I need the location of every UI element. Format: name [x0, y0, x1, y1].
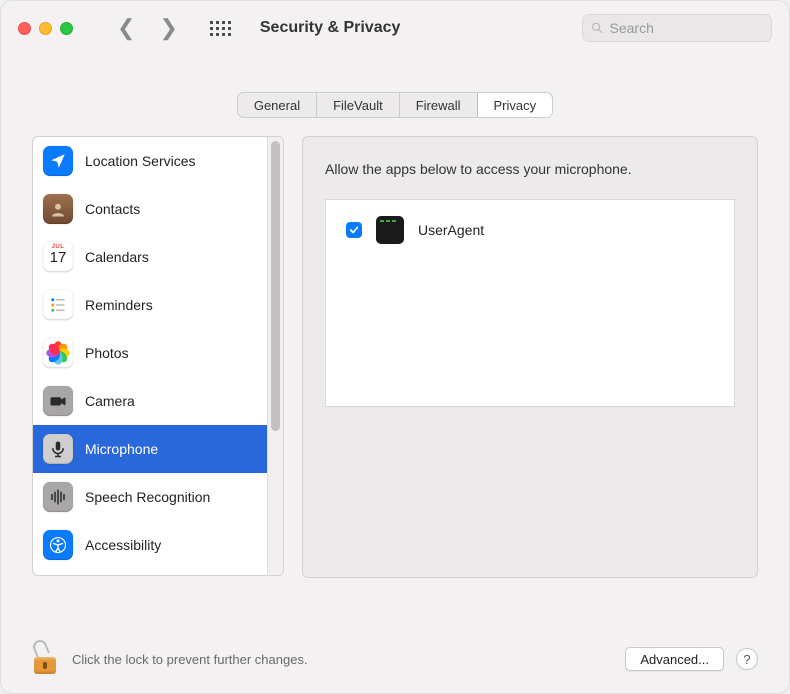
show-all-icon[interactable] — [210, 18, 230, 38]
sidebar-item-location-services[interactable]: Location Services — [33, 137, 269, 185]
close-button[interactable] — [18, 22, 31, 35]
terminal-icon — [376, 216, 404, 244]
tabs-row: General FileVault Firewall Privacy — [0, 92, 790, 118]
titlebar: ❮ ❯ Security & Privacy — [0, 0, 790, 56]
sidebar-item-label: Photos — [85, 345, 129, 361]
photos-flower-icon — [43, 338, 73, 368]
lock-icon[interactable] — [32, 644, 58, 674]
search-field[interactable] — [582, 14, 772, 42]
sidebar-item-label: Microphone — [85, 441, 158, 457]
waveform-icon — [43, 482, 73, 512]
panel-description: Allow the apps below to access your micr… — [325, 161, 735, 177]
contact-card-icon — [43, 194, 73, 224]
sidebar-scrollbar[interactable] — [267, 137, 283, 575]
search-input[interactable] — [610, 20, 764, 36]
sidebar-item-label: Speech Recognition — [85, 489, 210, 505]
sidebar-item-speech-recognition[interactable]: Speech Recognition — [33, 473, 269, 521]
sidebar-item-accessibility[interactable]: Accessibility — [33, 521, 269, 569]
sidebar-item-label: Accessibility — [85, 537, 161, 553]
footer: Click the lock to prevent further change… — [0, 624, 790, 694]
zoom-button[interactable] — [60, 22, 73, 35]
traffic-lights — [18, 22, 73, 35]
sidebar-item-photos[interactable]: Photos — [33, 329, 269, 377]
footer-right: Advanced... ? — [625, 647, 758, 671]
app-checkbox[interactable] — [346, 222, 362, 238]
tab-privacy[interactable]: Privacy — [478, 93, 553, 117]
list-bullets-icon — [43, 290, 73, 320]
window-title: Security & Privacy — [260, 19, 401, 37]
content: Location Services Contacts JUL 17 Calend… — [0, 118, 790, 578]
back-button[interactable]: ❮ — [117, 17, 135, 39]
sidebar-item-label: Reminders — [85, 297, 153, 313]
tab-filevault[interactable]: FileVault — [317, 93, 400, 117]
main-panel: Allow the apps below to access your micr… — [302, 136, 758, 578]
lock-text: Click the lock to prevent further change… — [72, 652, 308, 667]
sidebar-item-microphone[interactable]: Microphone — [33, 425, 269, 473]
calendar-icon: JUL 17 — [43, 242, 73, 272]
sidebar-item-label: Calendars — [85, 249, 149, 265]
forward-button[interactable]: ❯ — [159, 17, 177, 39]
app-list: UserAgent — [325, 199, 735, 407]
location-arrow-icon — [43, 146, 73, 176]
sidebar-item-label: Contacts — [85, 201, 140, 217]
scrollbar-thumb[interactable] — [271, 141, 280, 431]
sidebar-item-reminders[interactable]: Reminders — [33, 281, 269, 329]
search-icon — [591, 21, 604, 35]
sidebar: Location Services Contacts JUL 17 Calend… — [32, 136, 284, 576]
tab-general[interactable]: General — [238, 93, 317, 117]
help-button[interactable]: ? — [736, 648, 758, 670]
app-row: UserAgent — [346, 216, 714, 244]
sidebar-item-contacts[interactable]: Contacts — [33, 185, 269, 233]
minimize-button[interactable] — [39, 22, 52, 35]
sidebar-item-label: Location Services — [85, 153, 196, 169]
tab-firewall[interactable]: Firewall — [400, 93, 478, 117]
microphone-icon — [43, 434, 73, 464]
sidebar-item-label: Camera — [85, 393, 135, 409]
preferences-window: ❮ ❯ Security & Privacy General FileVault… — [0, 0, 790, 694]
nav-arrows: ❮ ❯ — [117, 17, 178, 39]
app-name: UserAgent — [418, 222, 484, 238]
tabs: General FileVault Firewall Privacy — [237, 92, 553, 118]
sidebar-item-calendars[interactable]: JUL 17 Calendars — [33, 233, 269, 281]
advanced-button[interactable]: Advanced... — [625, 647, 724, 671]
accessibility-icon — [43, 530, 73, 560]
sidebar-item-camera[interactable]: Camera — [33, 377, 269, 425]
camera-icon — [43, 386, 73, 416]
search-wrap — [582, 14, 772, 42]
